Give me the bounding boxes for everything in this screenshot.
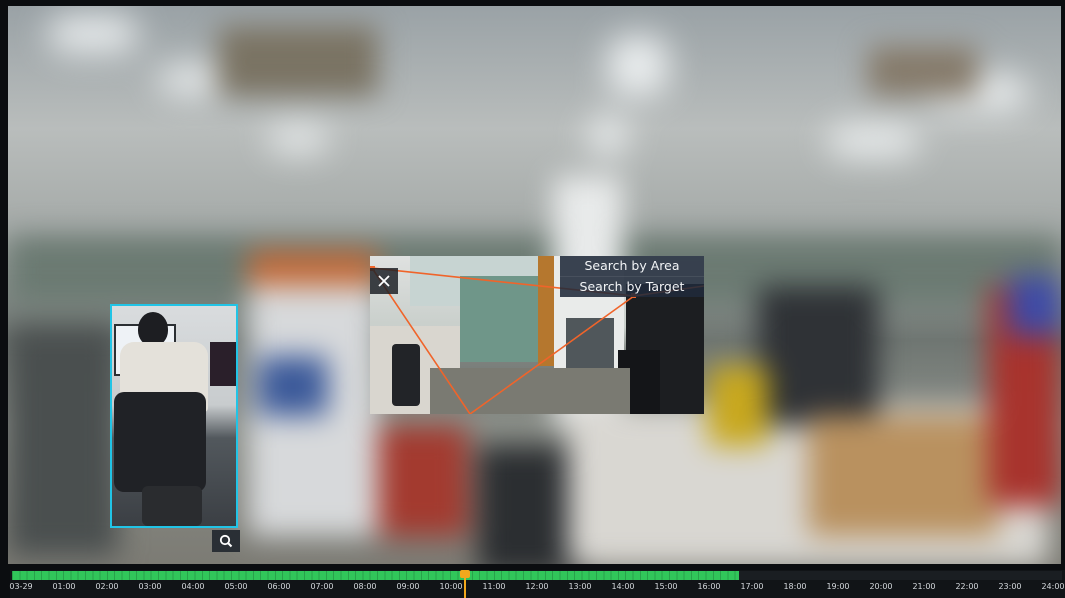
monitor-right	[210, 342, 236, 386]
timeline-hour-label: 05:00	[224, 582, 248, 591]
timeline-hour-label: 22:00	[955, 582, 979, 591]
timeline-hour-label: 03-29	[9, 582, 33, 591]
person-head	[138, 312, 168, 346]
timeline-hour-label: 11:00	[482, 582, 506, 591]
close-icon	[378, 275, 390, 287]
timeline-hour-label: 18:00	[783, 582, 807, 591]
recorded-segment	[12, 571, 740, 580]
timeline-hour-label: 09:00	[396, 582, 420, 591]
timeline-track[interactable]	[12, 571, 1062, 580]
timeline-hour-label: 04:00	[181, 582, 205, 591]
timeline-hour-labels: 03-29 01:00 02:00 03:00 04:00 05:00 06:00 07:00…	[9, 582, 1065, 596]
timeline-hour-label: 13:00	[568, 582, 592, 591]
zoom-button[interactable]	[212, 530, 240, 552]
timeline-hour-label: 12:00	[525, 582, 549, 591]
office-chair	[114, 392, 206, 492]
timeline-hour-label: 03:00	[138, 582, 162, 591]
timeline-hour-label: 02:00	[95, 582, 119, 591]
timeline-hour-label: 19:00	[826, 582, 850, 591]
timeline-hour-label: 10:00	[439, 582, 463, 591]
chair-base	[142, 486, 202, 526]
timeline-hour-label: 23:00	[998, 582, 1022, 591]
timeline-hour-label: 21:00	[912, 582, 936, 591]
timeline-hour-label: 24:00	[1041, 582, 1065, 591]
close-button[interactable]	[370, 268, 398, 294]
timeline-hour-label: 06:00	[267, 582, 291, 591]
timeline-hour-label: 16:00	[697, 582, 721, 591]
timeline-hour-label: 17:00	[740, 582, 764, 591]
search-by-target-option[interactable]: Search by Target	[560, 276, 704, 297]
search-menu: Search by Area Search by Target	[560, 256, 704, 297]
search-by-area-option[interactable]: Search by Area	[560, 256, 704, 276]
timeline-hour-label: 15:00	[654, 582, 678, 591]
timeline-hour-label: 20:00	[869, 582, 893, 591]
timeline-hour-label: 01:00	[52, 582, 76, 591]
target-detection-box[interactable]	[110, 304, 238, 528]
magnifier-icon	[219, 534, 233, 548]
timeline-hour-label: 14:00	[611, 582, 635, 591]
timeline-hour-label: 08:00	[353, 582, 377, 591]
timeline-hour-label: 07:00	[310, 582, 334, 591]
playback-timeline[interactable]: 03-29 01:00 02:00 03:00 04:00 05:00 06:00 07:00…	[9, 570, 1065, 598]
